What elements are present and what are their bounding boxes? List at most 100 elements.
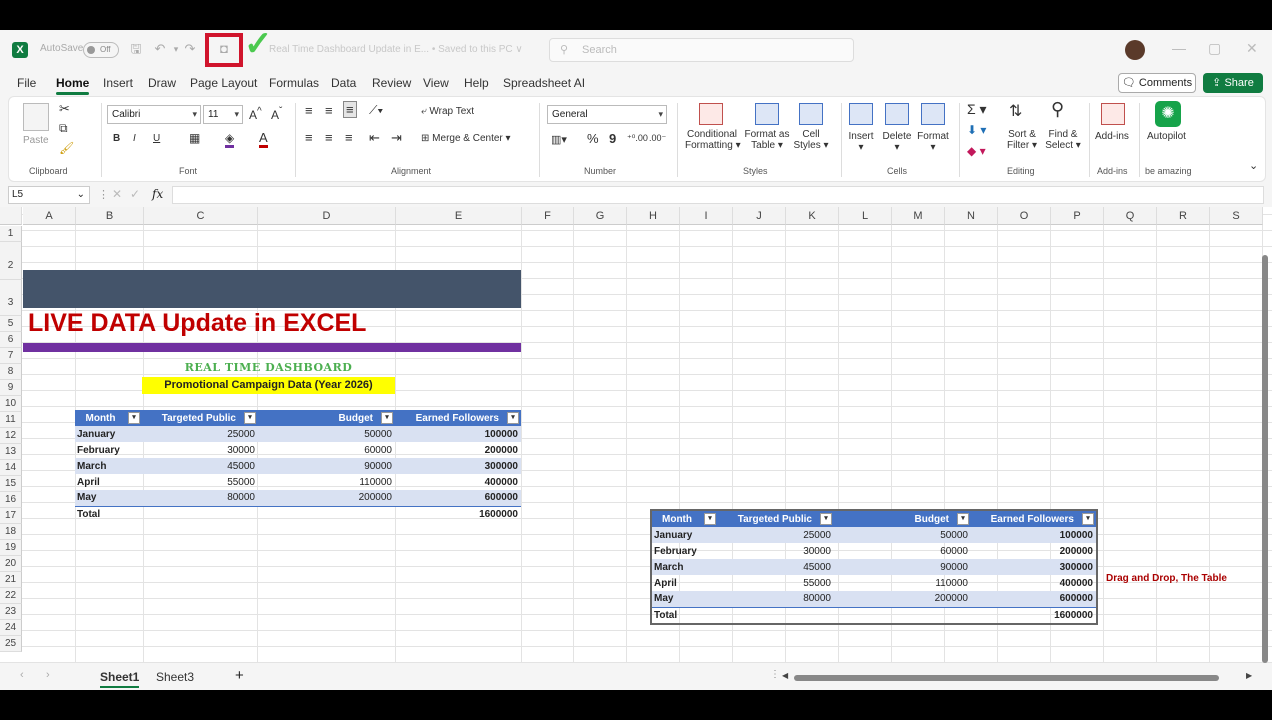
- tab-view[interactable]: View: [423, 76, 449, 90]
- align-center-icon[interactable]: ≡: [325, 130, 333, 145]
- format-painter-icon[interactable]: 🖌: [59, 141, 74, 155]
- delete-cells-icon[interactable]: [885, 103, 909, 125]
- row-header-2[interactable]: 2: [0, 242, 22, 280]
- column-header-o[interactable]: O: [998, 207, 1051, 225]
- horizontal-scrollbar[interactable]: [794, 675, 1219, 681]
- format-as-table-button[interactable]: Format as Table ▾: [743, 129, 791, 151]
- italic-icon[interactable]: I: [133, 133, 136, 144]
- bold-icon[interactable]: B: [113, 133, 120, 144]
- align-middle-icon[interactable]: ≡: [325, 103, 333, 118]
- merge-center-button[interactable]: ⊞ Merge & Center ▾: [421, 133, 511, 144]
- row-header-6[interactable]: 6: [0, 332, 22, 348]
- column-header-month[interactable]: Month ▾: [75, 410, 142, 426]
- avatar[interactable]: [1125, 40, 1145, 60]
- row-header-17[interactable]: 17: [0, 508, 22, 524]
- filter-dropdown-icon[interactable]: ▾: [704, 513, 716, 525]
- underline-icon[interactable]: U: [153, 133, 160, 144]
- shrink-font-icon[interactable]: Aˇ: [271, 106, 282, 122]
- orientation-icon[interactable]: ⟋▾: [369, 103, 383, 118]
- copy-icon[interactable]: ⧉: [59, 121, 68, 136]
- cancel-icon[interactable]: ✕: [112, 187, 122, 201]
- font-size-select[interactable]: 11: [203, 105, 243, 124]
- wrap-text-button[interactable]: ⤶ Wrap Text: [421, 106, 474, 117]
- close-icon[interactable]: ✕: [1246, 40, 1258, 57]
- copied-table-selection[interactable]: Month ▾ Targeted Public ▾ Budget ▾ Earned F…: [650, 509, 1098, 625]
- maximize-icon[interactable]: ▢: [1208, 40, 1221, 57]
- worksheet-grid[interactable]: ABCDEFGHIJKLMNOPQRS 1 2 3 5 6 7 8 9 10 11 12 13 14 15…: [0, 207, 1272, 663]
- minimize-icon[interactable]: —: [1172, 40, 1186, 56]
- tab-data[interactable]: Data: [331, 76, 356, 90]
- table-row[interactable]: January 25000 50000 100000: [652, 527, 1096, 543]
- row-header-15[interactable]: 15: [0, 476, 22, 492]
- scroll-right-icon[interactable]: ›: [46, 669, 50, 681]
- select-all-corner[interactable]: [0, 207, 22, 225]
- font-color-icon[interactable]: A: [259, 130, 268, 148]
- row-header-18[interactable]: 18: [0, 524, 22, 540]
- row-header-8[interactable]: 8: [0, 364, 22, 380]
- tab-insert[interactable]: Insert: [103, 76, 133, 90]
- column-header-s[interactable]: S: [1210, 207, 1263, 225]
- conditional-formatting-icon[interactable]: [699, 103, 723, 125]
- autosum-icon[interactable]: Σ ▾: [967, 101, 987, 118]
- add-sheet-icon[interactable]: +: [235, 667, 244, 684]
- tab-review[interactable]: Review: [372, 76, 411, 90]
- column-header-f[interactable]: F: [522, 207, 574, 225]
- comma-style-icon[interactable]: 9: [609, 131, 616, 146]
- find-select-button[interactable]: Find & Select ▾: [1043, 129, 1083, 151]
- table-row[interactable]: March 45000 90000 300000: [652, 559, 1096, 575]
- format-as-table-icon[interactable]: [755, 103, 779, 125]
- increase-indent-icon[interactable]: ⇥: [391, 130, 402, 146]
- filter-dropdown-icon[interactable]: ▾: [957, 513, 969, 525]
- tab-page-layout[interactable]: Page Layout: [190, 76, 257, 90]
- tab-help[interactable]: Help: [464, 76, 489, 90]
- row-header-12[interactable]: 12: [0, 428, 22, 444]
- sort-filter-button[interactable]: Sort & Filter ▾: [1003, 129, 1041, 151]
- grow-font-icon[interactable]: A^: [249, 106, 262, 122]
- comments-button[interactable]: 🗨 Comments: [1118, 73, 1196, 93]
- align-left-icon[interactable]: ≡: [305, 130, 313, 145]
- cell-styles-button[interactable]: Cell Styles ▾: [791, 129, 831, 151]
- column-header-g[interactable]: G: [574, 207, 627, 225]
- delete-cells-button[interactable]: Delete ▾: [881, 131, 913, 153]
- clear-icon[interactable]: ◆ ▾: [967, 144, 986, 158]
- filter-dropdown-icon[interactable]: ▾: [1082, 513, 1094, 525]
- sheet-tab-sheet3[interactable]: Sheet3: [156, 670, 194, 684]
- table-total-row[interactable]: Total 1600000: [75, 505, 521, 522]
- row-header-14[interactable]: 14: [0, 460, 22, 476]
- increase-decimal-icon[interactable]: ⁺⁰.00: [627, 133, 648, 144]
- column-header-l[interactable]: L: [839, 207, 892, 225]
- filter-dropdown-icon[interactable]: ▾: [244, 412, 256, 424]
- row-header-24[interactable]: 24: [0, 620, 22, 636]
- column-header-j[interactable]: J: [733, 207, 786, 225]
- save-icon[interactable]: 🖫: [128, 41, 144, 57]
- row-header-11[interactable]: 11: [0, 412, 22, 428]
- tab-formulas[interactable]: Formulas: [269, 76, 319, 90]
- filter-dropdown-icon[interactable]: ▾: [128, 412, 140, 424]
- cell-styles-icon[interactable]: [799, 103, 823, 125]
- row-header-25[interactable]: 25: [0, 636, 22, 652]
- conditional-formatting-button[interactable]: Conditional Formatting ▾: [685, 129, 741, 151]
- insert-function-icon[interactable]: fx: [152, 187, 163, 201]
- decrease-indent-icon[interactable]: ⇤: [369, 130, 380, 146]
- add-ins-icon[interactable]: [1101, 103, 1125, 125]
- redo-icon[interactable]: ↷: [182, 41, 198, 57]
- row-header-5[interactable]: 5: [0, 316, 22, 332]
- sort-filter-icon[interactable]: ⇅: [1009, 101, 1022, 121]
- accounting-format-icon[interactable]: ▥▾: [551, 133, 567, 146]
- campaign-table[interactable]: Month ▾ Targeted Public ▾ Budget ▾ Earned F…: [75, 410, 521, 522]
- borders-icon[interactable]: ▦: [189, 131, 200, 145]
- row-header-23[interactable]: 23: [0, 604, 22, 620]
- column-header-h[interactable]: H: [627, 207, 680, 225]
- filter-dropdown-icon[interactable]: ▾: [381, 412, 393, 424]
- column-header-a[interactable]: A: [23, 207, 76, 225]
- row-header-1[interactable]: 1: [0, 226, 22, 242]
- enter-icon[interactable]: ✓: [130, 187, 140, 201]
- table-row[interactable]: March 45000 90000 300000: [75, 458, 521, 474]
- undo-icon[interactable]: ↶: [152, 41, 168, 57]
- document-title[interactable]: Real Time Dashboard Update in E... • Sav…: [269, 44, 523, 55]
- paste-label[interactable]: Paste: [23, 135, 49, 146]
- paste-icon[interactable]: [23, 103, 49, 131]
- row-header-22[interactable]: 22: [0, 588, 22, 604]
- fill-color-icon[interactable]: ◈: [225, 131, 235, 148]
- row-header-20[interactable]: 20: [0, 556, 22, 572]
